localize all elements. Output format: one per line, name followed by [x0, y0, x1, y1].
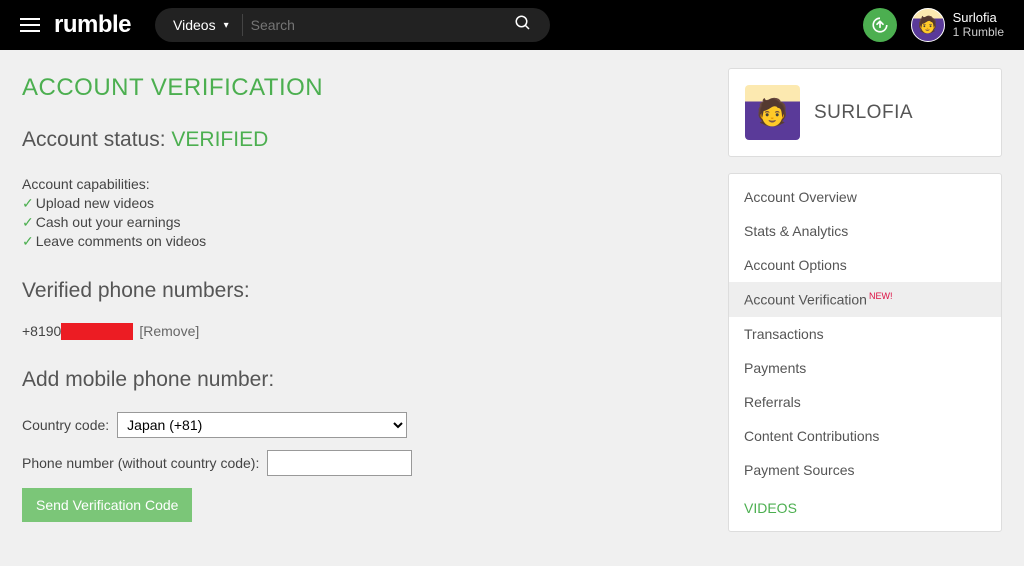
search-input[interactable]: [239, 17, 496, 33]
profile-name: SURLOFIA: [814, 102, 913, 124]
sidebar-item-verification[interactable]: Account VerificationNEW!: [729, 282, 1001, 317]
country-label: Country code:: [22, 417, 109, 433]
header: rumble Videos ▾ 🧑 Surlofia 1 Rumble: [0, 0, 1024, 50]
verified-phones-heading: Verified phone numbers:: [22, 279, 704, 303]
avatar: 🧑: [911, 8, 945, 42]
check-icon: ✓: [22, 233, 34, 249]
page-title: ACCOUNT VERIFICATION: [22, 74, 704, 102]
sidebar-item-label: Account Overview: [744, 189, 857, 205]
capabilities-label: Account capabilities:: [22, 176, 704, 192]
capability-text: Leave comments on videos: [36, 233, 206, 249]
user-text-block: Surlofia 1 Rumble: [953, 11, 1004, 40]
phone-input[interactable]: [267, 450, 412, 476]
user-subtitle: 1 Rumble: [953, 26, 1004, 40]
sidebar-item-referrals[interactable]: Referrals: [729, 385, 1001, 419]
avatar: 🧑: [745, 85, 800, 140]
main-content: ACCOUNT VERIFICATION Account status: VER…: [22, 68, 704, 548]
sidebar-item-label: Account Options: [744, 257, 847, 273]
user-name: Surlofia: [953, 11, 1004, 26]
sidebar-item-label: Payments: [744, 360, 806, 376]
sidebar: 🧑 SURLOFIA Account Overview Stats & Anal…: [728, 68, 1002, 548]
sidebar-item-label: Referrals: [744, 394, 801, 410]
sidebar-item-options[interactable]: Account Options: [729, 248, 1001, 282]
search-category-dropdown[interactable]: Videos ▾: [155, 17, 239, 33]
redacted-phone: [61, 323, 133, 340]
account-status: Account status: VERIFIED: [22, 128, 704, 152]
new-badge: NEW!: [869, 291, 893, 301]
capabilities-block: Account capabilities: ✓Upload new videos…: [22, 176, 704, 251]
phone-label: Phone number (without country code):: [22, 455, 259, 471]
sidebar-section-videos[interactable]: VIDEOS: [729, 487, 1001, 525]
header-right: 🧑 Surlofia 1 Rumble: [863, 8, 1004, 42]
sidebar-item-label: Transactions: [744, 326, 824, 342]
capability-item: ✓Leave comments on videos: [22, 232, 704, 251]
site-logo[interactable]: rumble: [54, 11, 131, 39]
profile-card: 🧑 SURLOFIA: [728, 68, 1002, 157]
sidebar-menu: Account Overview Stats & Analytics Accou…: [728, 173, 1002, 532]
capability-text: Upload new videos: [36, 195, 154, 211]
country-select[interactable]: Japan (+81): [117, 412, 407, 438]
search-bar: Videos ▾: [155, 8, 550, 42]
status-label: Account status:: [22, 128, 171, 151]
search-category-label: Videos: [173, 17, 216, 33]
sidebar-item-payment-sources[interactable]: Payment Sources: [729, 453, 1001, 487]
sidebar-item-payments[interactable]: Payments: [729, 351, 1001, 385]
sidebar-item-label: Content Contributions: [744, 428, 879, 444]
check-icon: ✓: [22, 214, 34, 230]
sidebar-item-overview[interactable]: Account Overview: [729, 180, 1001, 214]
send-verification-button[interactable]: Send Verification Code: [22, 488, 192, 522]
sidebar-item-transactions[interactable]: Transactions: [729, 317, 1001, 351]
capability-item: ✓Cash out your earnings: [22, 213, 704, 232]
check-icon: ✓: [22, 195, 34, 211]
sidebar-item-label: VIDEOS: [744, 500, 797, 516]
user-menu[interactable]: 🧑 Surlofia 1 Rumble: [911, 8, 1004, 42]
sidebar-item-stats[interactable]: Stats & Analytics: [729, 214, 1001, 248]
search-icon[interactable]: [496, 14, 550, 37]
phone-prefix: +8190: [22, 323, 61, 339]
sidebar-item-label: Payment Sources: [744, 462, 855, 478]
phone-row: Phone number (without country code):: [22, 450, 704, 476]
capability-item: ✓Upload new videos: [22, 194, 704, 213]
sidebar-item-contributions[interactable]: Content Contributions: [729, 419, 1001, 453]
chevron-down-icon: ▾: [224, 20, 229, 31]
upload-button[interactable]: [863, 8, 897, 42]
menu-icon[interactable]: [20, 18, 40, 32]
verified-phone-row: +8190 [Remove]: [22, 323, 704, 340]
sidebar-item-label: Account Verification: [744, 292, 867, 308]
status-value: VERIFIED: [171, 128, 268, 151]
capability-text: Cash out your earnings: [36, 214, 181, 230]
sidebar-item-label: Stats & Analytics: [744, 223, 848, 239]
add-phone-heading: Add mobile phone number:: [22, 368, 704, 392]
country-row: Country code: Japan (+81): [22, 412, 704, 438]
remove-phone-link[interactable]: [Remove]: [139, 323, 199, 339]
